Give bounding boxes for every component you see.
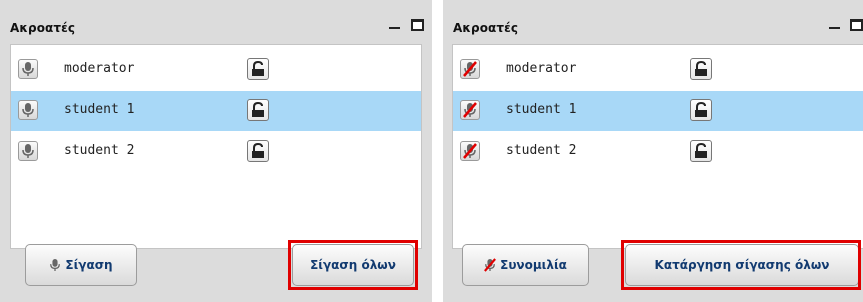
unlocked-icon[interactable] <box>690 58 712 80</box>
list-item-student-2[interactable]: student 2 <box>11 132 421 172</box>
maximize-icon[interactable] <box>409 14 427 32</box>
microphone-icon <box>50 259 61 271</box>
unlocked-icon[interactable] <box>247 99 269 121</box>
mute-all-button[interactable]: Σίγαση όλων <box>292 244 414 286</box>
minimize-icon[interactable] <box>827 14 845 32</box>
unmute-all-button[interactable]: Κατάργηση σίγασης όλων <box>625 244 859 286</box>
list-item-name: student 1 <box>64 102 135 117</box>
minimize-icon[interactable] <box>387 14 405 32</box>
list-item-name: moderator <box>64 61 135 76</box>
muted-microphone-icon <box>484 258 497 272</box>
mute-button[interactable]: Σίγαση <box>25 244 137 286</box>
list-item-name: student 1 <box>506 102 577 117</box>
listeners-panel-left: Ακροατές moderator student 1 student 2 Σ… <box>0 0 432 302</box>
muted-microphone-icon[interactable] <box>460 59 480 79</box>
list-item-moderator[interactable]: moderator <box>11 50 421 90</box>
list-item-name: moderator <box>506 61 577 76</box>
muted-microphone-icon[interactable] <box>460 141 480 161</box>
mute-all-button-label: Σίγαση όλων <box>310 258 396 272</box>
list-item-name: student 2 <box>64 143 135 158</box>
microphone-icon[interactable] <box>18 59 38 79</box>
unmute-all-button-label: Κατάργηση σίγασης όλων <box>654 258 830 272</box>
unlocked-icon[interactable] <box>247 58 269 80</box>
mute-button-label: Σίγαση <box>65 258 113 272</box>
listeners-list: moderator student 1 student 2 <box>10 44 422 249</box>
list-item-moderator[interactable]: moderator <box>453 50 863 90</box>
panel-divider <box>432 0 443 302</box>
panel-titlebar: Ακροατές <box>443 0 863 44</box>
microphone-icon[interactable] <box>18 100 38 120</box>
list-item-student-1[interactable]: student 1 <box>11 91 421 131</box>
unlocked-icon[interactable] <box>690 140 712 162</box>
unlocked-icon[interactable] <box>690 99 712 121</box>
maximize-icon[interactable] <box>848 14 863 32</box>
unlocked-icon[interactable] <box>247 140 269 162</box>
microphone-icon[interactable] <box>18 141 38 161</box>
listeners-panel-right: Ακροατές moderator student 1 student 2 Σ… <box>443 0 863 302</box>
list-item-student-2[interactable]: student 2 <box>453 132 863 172</box>
list-item-student-1[interactable]: student 1 <box>453 91 863 131</box>
talk-button[interactable]: Συνομιλία <box>462 244 589 286</box>
muted-microphone-icon[interactable] <box>460 100 480 120</box>
list-item-name: student 2 <box>506 143 577 158</box>
panel-title: Ακροατές <box>10 21 76 35</box>
talk-button-label: Συνομιλία <box>500 258 567 272</box>
listeners-list: moderator student 1 student 2 <box>452 44 863 249</box>
panel-titlebar: Ακροατές <box>0 0 432 44</box>
panel-title: Ακροατές <box>453 21 519 35</box>
